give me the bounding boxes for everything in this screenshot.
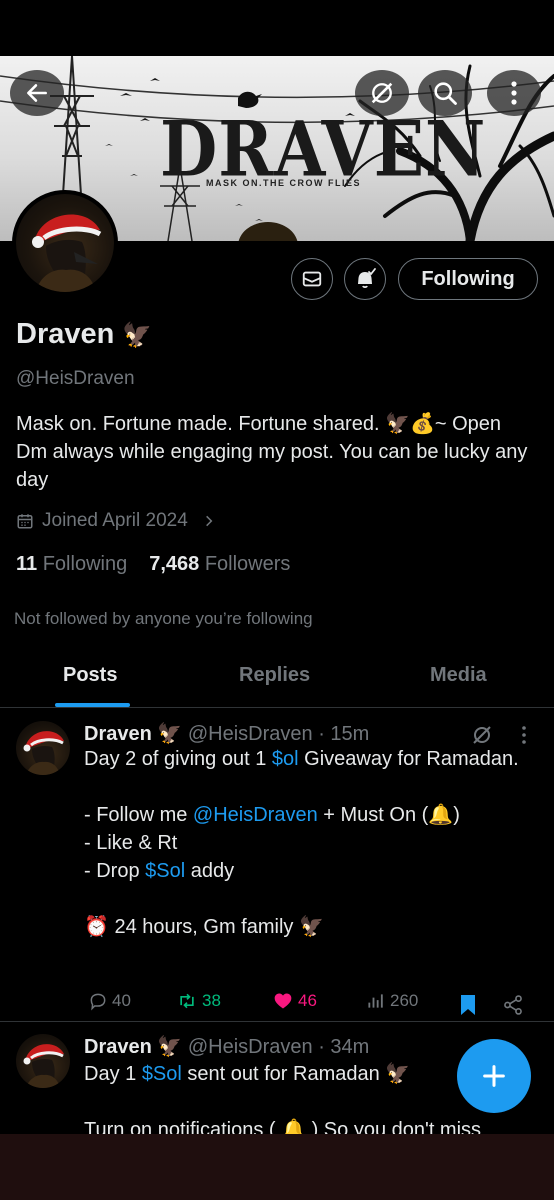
- followers-label: Followers: [204, 553, 291, 575]
- eagle-emoji: 🦅: [157, 1036, 183, 1058]
- like-button[interactable]: 46: [272, 991, 317, 1011]
- tweet-text-segment: sent out for Ramadan 🦅: [181, 1063, 411, 1085]
- tweet-author-handle[interactable]: @HeisDraven: [188, 1036, 313, 1058]
- bell-check-icon: [358, 268, 376, 289]
- back-button[interactable]: [10, 70, 64, 116]
- message-button[interactable]: [291, 258, 333, 300]
- tweet-text-segment: addy: [185, 860, 235, 882]
- tweet-text-segment: Turn on notifications ( 🔔 ) So you don't…: [84, 1119, 482, 1134]
- avatar-image: [32, 214, 102, 292]
- more-vertical-icon[interactable]: [520, 725, 528, 745]
- mention-link[interactable]: @HeisDraven: [193, 804, 318, 826]
- display-name-text: Draven: [16, 318, 115, 350]
- more-options-button[interactable]: [487, 70, 541, 116]
- tweet[interactable]: Draven 🦅 @HeisDraven · 15m Day 2 of givi…: [0, 709, 554, 1021]
- not-followed-notice: Not followed by anyone you’re following: [14, 609, 313, 628]
- avatar-image: [23, 1044, 64, 1088]
- like-count: 46: [298, 991, 317, 1010]
- tweet-text-segment: Giveaway for Ramadan.: [298, 748, 519, 770]
- arrow-left-icon: [27, 84, 47, 102]
- plus-icon: [483, 1065, 505, 1087]
- following-button[interactable]: Following: [398, 258, 538, 300]
- profile-avatar[interactable]: [12, 190, 118, 296]
- tweet-time: · 34m: [318, 1036, 370, 1058]
- avatar-image: [23, 731, 64, 775]
- joined-text: Joined April 2024: [42, 510, 188, 531]
- display-name: Draven 🦅: [16, 318, 152, 351]
- views-button[interactable]: 260: [366, 991, 418, 1011]
- following-count: 11: [16, 553, 38, 575]
- views-chart-icon: [368, 994, 383, 1008]
- tweet-text-segment: - Follow me: [84, 804, 193, 826]
- eagle-emoji: 🦅: [157, 723, 183, 745]
- banner-subtitle: MASK ON.THE CROW FLIES: [206, 178, 361, 188]
- envelope-icon: [302, 271, 322, 287]
- following-count-link[interactable]: 11 Following: [16, 553, 127, 576]
- tweet-author-handle[interactable]: @HeisDraven: [188, 723, 313, 745]
- tab-media[interactable]: Media: [430, 664, 487, 687]
- tweet-text-segment: + Must On (🔔): [317, 804, 460, 826]
- view-count: 260: [390, 991, 419, 1010]
- reply-button[interactable]: 40: [88, 991, 131, 1011]
- tab-posts[interactable]: Posts: [63, 664, 117, 687]
- calendar-icon: [17, 514, 33, 529]
- reply-icon: [90, 993, 106, 1011]
- grok-icon: [371, 82, 393, 104]
- tweet-text-segment: Day 2 of giving out 1: [84, 748, 272, 770]
- cashtag-link[interactable]: $Sol: [145, 860, 185, 882]
- tweet-text-segment: ⏰ 24 hours, Gm family 🦅: [84, 916, 324, 938]
- tweet-avatar[interactable]: [16, 1034, 70, 1088]
- profile-handle: @HeisDraven: [16, 368, 135, 389]
- profile-bio: Mask on. Fortune made. Fortune shared. 🦅…: [16, 413, 528, 491]
- tweet-actions: 40 38 46 260: [84, 991, 534, 1019]
- search-button[interactable]: [418, 70, 472, 116]
- eagle-emoji: 🦅: [122, 322, 153, 349]
- system-navigation-bar: [0, 1134, 554, 1200]
- tweet-time: · 15m: [318, 723, 370, 745]
- follow-counts: 11 Following 7,468 Followers: [16, 553, 290, 576]
- heart-filled-icon: [274, 993, 292, 1009]
- chevron-right-icon: [205, 515, 213, 527]
- joined-date[interactable]: Joined April 2024: [16, 510, 216, 532]
- retweet-button[interactable]: 38: [176, 991, 221, 1011]
- bookmark-filled-icon[interactable]: [458, 994, 478, 1016]
- profile-tabs: Posts Replies Media: [0, 652, 554, 708]
- tweet-text: Day 2 of giving out 1 $ol Giveaway for R…: [84, 745, 534, 941]
- notifications-button[interactable]: [344, 258, 386, 300]
- grok-icon[interactable]: [470, 723, 494, 747]
- tweet-header: Draven 🦅 @HeisDraven · 34m: [84, 1034, 369, 1059]
- status-bar: [0, 0, 554, 56]
- more-vertical-icon: [511, 81, 517, 105]
- reply-count: 40: [112, 991, 131, 1010]
- compose-post-button[interactable]: [457, 1039, 531, 1113]
- followers-count-link[interactable]: 7,468 Followers: [149, 553, 290, 576]
- tweet-text-segment: Day 1: [84, 1063, 142, 1085]
- share-icon[interactable]: [502, 994, 524, 1016]
- grok-button[interactable]: [355, 70, 409, 116]
- tweet-text-segment: - Like & Rt: [84, 832, 178, 854]
- retweet-icon: [180, 993, 194, 1009]
- active-tab-indicator: [55, 703, 130, 707]
- tab-replies[interactable]: Replies: [239, 664, 310, 687]
- retweet-count: 38: [202, 991, 221, 1010]
- following-label: Following: [42, 553, 128, 575]
- cashtag-link[interactable]: $ol: [272, 748, 299, 770]
- tweet-header: Draven 🦅 @HeisDraven · 15m: [84, 721, 369, 746]
- followers-count: 7,468: [149, 553, 200, 575]
- search-icon: [434, 82, 457, 105]
- tweet-avatar[interactable]: [16, 721, 70, 775]
- tweet-author-name[interactable]: Draven: [84, 723, 152, 745]
- tweet-author-name[interactable]: Draven: [84, 1036, 152, 1058]
- cashtag-link[interactable]: $Sol: [142, 1063, 182, 1085]
- tweet-text-segment: - Drop: [84, 860, 146, 882]
